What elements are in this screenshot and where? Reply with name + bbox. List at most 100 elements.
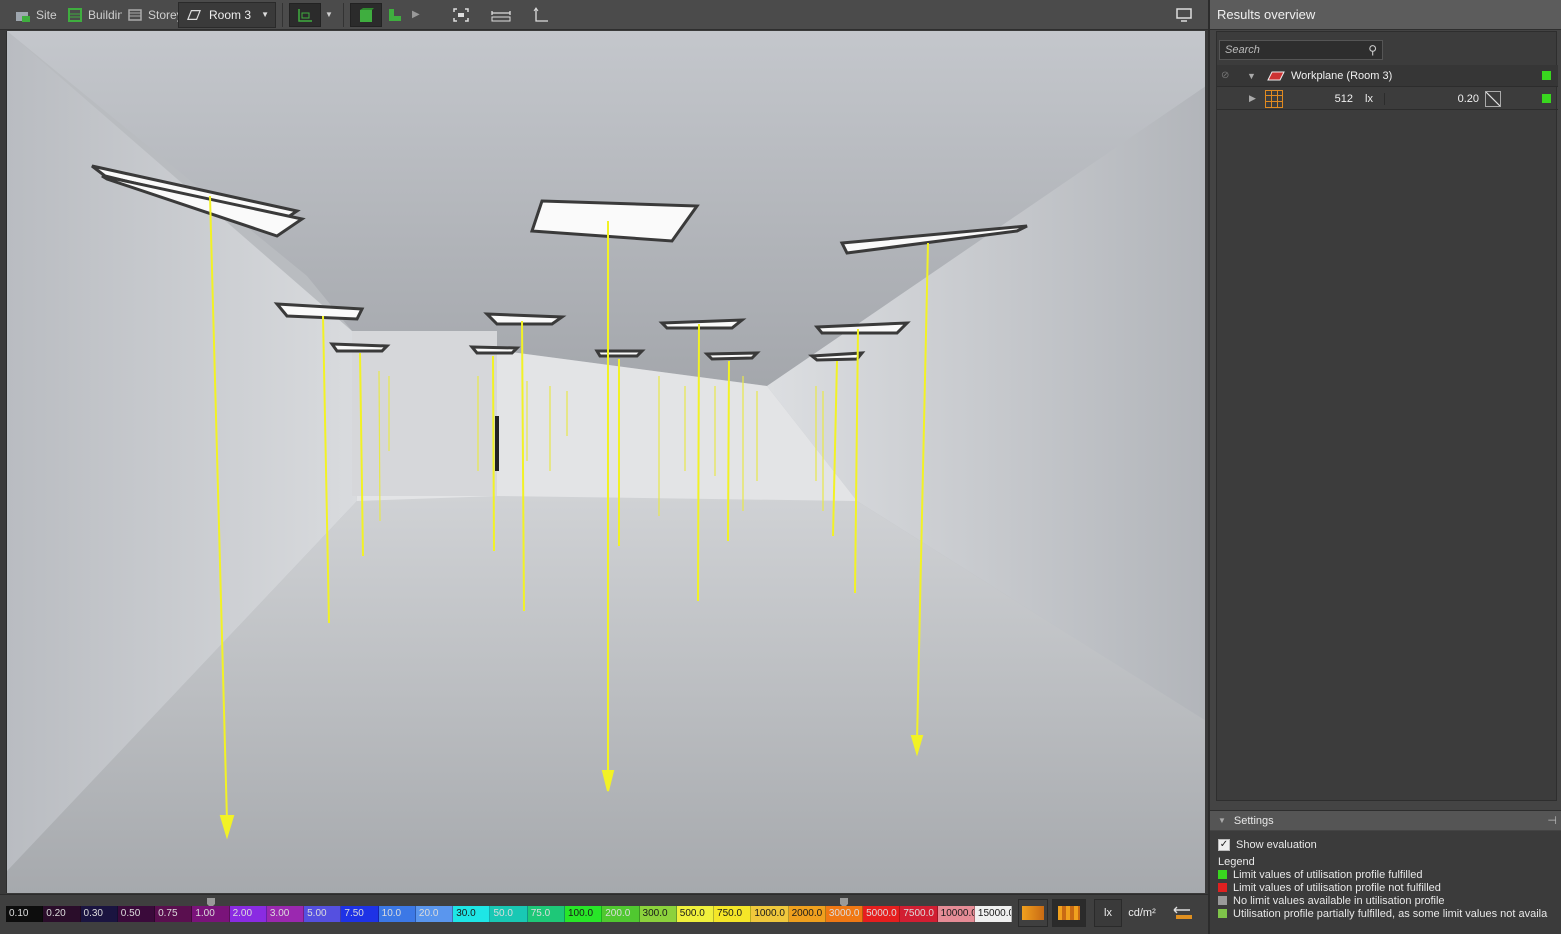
uniformity-curve-icon[interactable] — [1485, 90, 1501, 107]
illuminance-unit: lx — [1365, 92, 1385, 105]
legend-text: Limit values of utilisation profile not … — [1233, 881, 1441, 894]
floor-plan-icon — [389, 8, 401, 21]
scale-tick: 750.0 — [714, 906, 752, 922]
gradient-smooth-icon — [1022, 906, 1044, 920]
chevron-down-icon: ▼ — [1218, 816, 1226, 825]
3d-viewport[interactable] — [6, 31, 1205, 893]
room-select[interactable]: Room 3 ▼ — [178, 1, 276, 28]
search-input[interactable]: Search ⚲ — [1219, 40, 1383, 60]
swap-scale-button[interactable] — [1168, 899, 1198, 927]
chevron-down-icon: ▼ — [261, 10, 269, 19]
floor-plan-button[interactable] — [382, 3, 408, 27]
legend-list: Limit values of utilisation profile fulf… — [1218, 868, 1555, 920]
site-button[interactable]: Site — [0, 3, 62, 27]
legend-title: Legend — [1218, 855, 1255, 868]
scale-tick: 0.50 — [117, 906, 156, 922]
building-label: Building — [88, 7, 122, 22]
status-fulfilled-indicator — [1542, 71, 1551, 80]
legend-swatch — [1218, 909, 1227, 918]
gradient-smooth-button[interactable] — [1018, 899, 1048, 927]
scale-tick: 0.75 — [155, 906, 193, 922]
solid-view-icon — [360, 7, 374, 22]
status-fulfilled-indicator — [1542, 94, 1551, 103]
solid-view-button[interactable] — [350, 2, 382, 27]
scale-tick: 0.10 — [6, 906, 44, 922]
search-icon: ⚲ — [1368, 43, 1377, 57]
scale-tick: 3000.0 — [825, 906, 864, 922]
show-evaluation-label: Show evaluation — [1236, 839, 1317, 851]
scale-tick: 100.0 — [564, 906, 603, 922]
scale-tick: 5.00 — [304, 906, 342, 922]
play-button[interactable]: ▶ — [408, 3, 428, 27]
measure-button[interactable] — [481, 3, 521, 27]
toolbar-divider — [343, 2, 344, 27]
pin-icon[interactable]: ⊣ — [1547, 814, 1557, 827]
scale-tick: 7500.0 — [900, 906, 938, 922]
legend-swatch — [1218, 870, 1227, 879]
building-button[interactable]: Building — [62, 3, 122, 27]
uniformity-value: 0.20 — [1457, 92, 1479, 105]
main-toolbar: Site Building Storey Room 3 ▼ ▼ ▶ — [0, 0, 1208, 30]
scale-tick: 2.00 — [229, 906, 267, 922]
scale-tick: 5000.0 — [863, 906, 901, 922]
building-icon — [68, 7, 82, 22]
scale-tick: 1000.0 — [751, 906, 789, 922]
play-icon: ▶ — [412, 9, 420, 20]
legend-swatch — [1218, 883, 1227, 892]
unit-lx-button[interactable]: lx — [1094, 899, 1122, 927]
measure-icon — [491, 10, 511, 21]
room-render[interactable] — [7, 31, 1205, 893]
view-mode-dropdown[interactable]: ▼ — [321, 3, 337, 27]
settings-title: Settings — [1233, 814, 1274, 827]
site-icon — [16, 11, 30, 22]
unit-cd-button[interactable]: cd/m² — [1124, 899, 1160, 927]
room-icon — [187, 9, 201, 20]
legend-item: No limit values available in utilisation… — [1218, 894, 1555, 907]
tree-row-workplane[interactable]: ⊘ ▼ Workplane (Room 3) — [1217, 65, 1558, 87]
scale-tick: 10000.0 — [937, 906, 975, 922]
illuminance-value: 512 — [1334, 92, 1353, 105]
legend-text: Limit values of utilisation profile fulf… — [1233, 868, 1423, 881]
scale-tick: 3.00 — [266, 906, 305, 922]
scale-tick: 10.0 — [378, 906, 416, 922]
scale-tick: 75.0 — [527, 906, 565, 922]
legend-text: Utilisation profile partially fulfilled,… — [1233, 907, 1548, 920]
display-icon — [1176, 7, 1192, 22]
workplane-icon — [1267, 71, 1285, 80]
show-evaluation-row[interactable]: ✓ Show evaluation — [1218, 837, 1555, 853]
view-mode-button[interactable] — [289, 2, 321, 27]
tree-row-result[interactable]: ▶ 512 lx 0.20 — [1217, 88, 1558, 110]
show-evaluation-checkbox[interactable]: ✓ — [1218, 839, 1230, 851]
site-label: Site — [36, 7, 57, 22]
search-placeholder: Search — [1225, 44, 1260, 56]
gradient-steps-button[interactable] — [1052, 899, 1086, 927]
scale-tick: 1.00 — [192, 906, 230, 922]
scale-tick: 500.0 — [676, 906, 715, 922]
storey-button[interactable]: Storey — [122, 3, 178, 27]
scale-tick: 0.20 — [43, 906, 81, 922]
toolbar-divider — [282, 2, 283, 27]
scale-tick: 300.0 — [639, 906, 677, 922]
axis-icon — [533, 6, 548, 22]
results-overview-header: Results overview — [1210, 0, 1561, 30]
right-panel: Results overview Search ⚲ ⊘ ▼ Workplane … — [1208, 0, 1561, 934]
visibility-toggle-icon[interactable]: ⊘ — [1221, 70, 1239, 81]
fit-view-button[interactable] — [441, 3, 481, 27]
scale-tick: 0.30 — [80, 906, 118, 922]
legend-text: No limit values available in utilisation… — [1233, 894, 1445, 907]
scale-tick: 50.0 — [490, 906, 528, 922]
scale-tick: 2000.0 — [788, 906, 826, 922]
workplane-label: Workplane (Room 3) — [1291, 69, 1393, 82]
chevron-down-icon[interactable]: ▼ — [1247, 71, 1263, 81]
settings-header[interactable]: ▼ Settings ⊣ — [1210, 810, 1561, 830]
legend-item: Utilisation profile partially fulfilled,… — [1218, 907, 1555, 920]
scale-tick: 200.0 — [602, 906, 640, 922]
room-select-value: Room 3 — [209, 7, 252, 22]
scale-tick: 15000.0 — [974, 906, 1013, 922]
legend-swatch — [1218, 896, 1227, 905]
chevron-right-icon[interactable]: ▶ — [1249, 93, 1259, 104]
app-window: Site Building Storey Room 3 ▼ ▼ ▶ — [0, 0, 1561, 934]
storey-label: Storey — [148, 7, 178, 22]
display-button[interactable] — [1164, 3, 1204, 27]
axis-button[interactable] — [521, 3, 561, 27]
